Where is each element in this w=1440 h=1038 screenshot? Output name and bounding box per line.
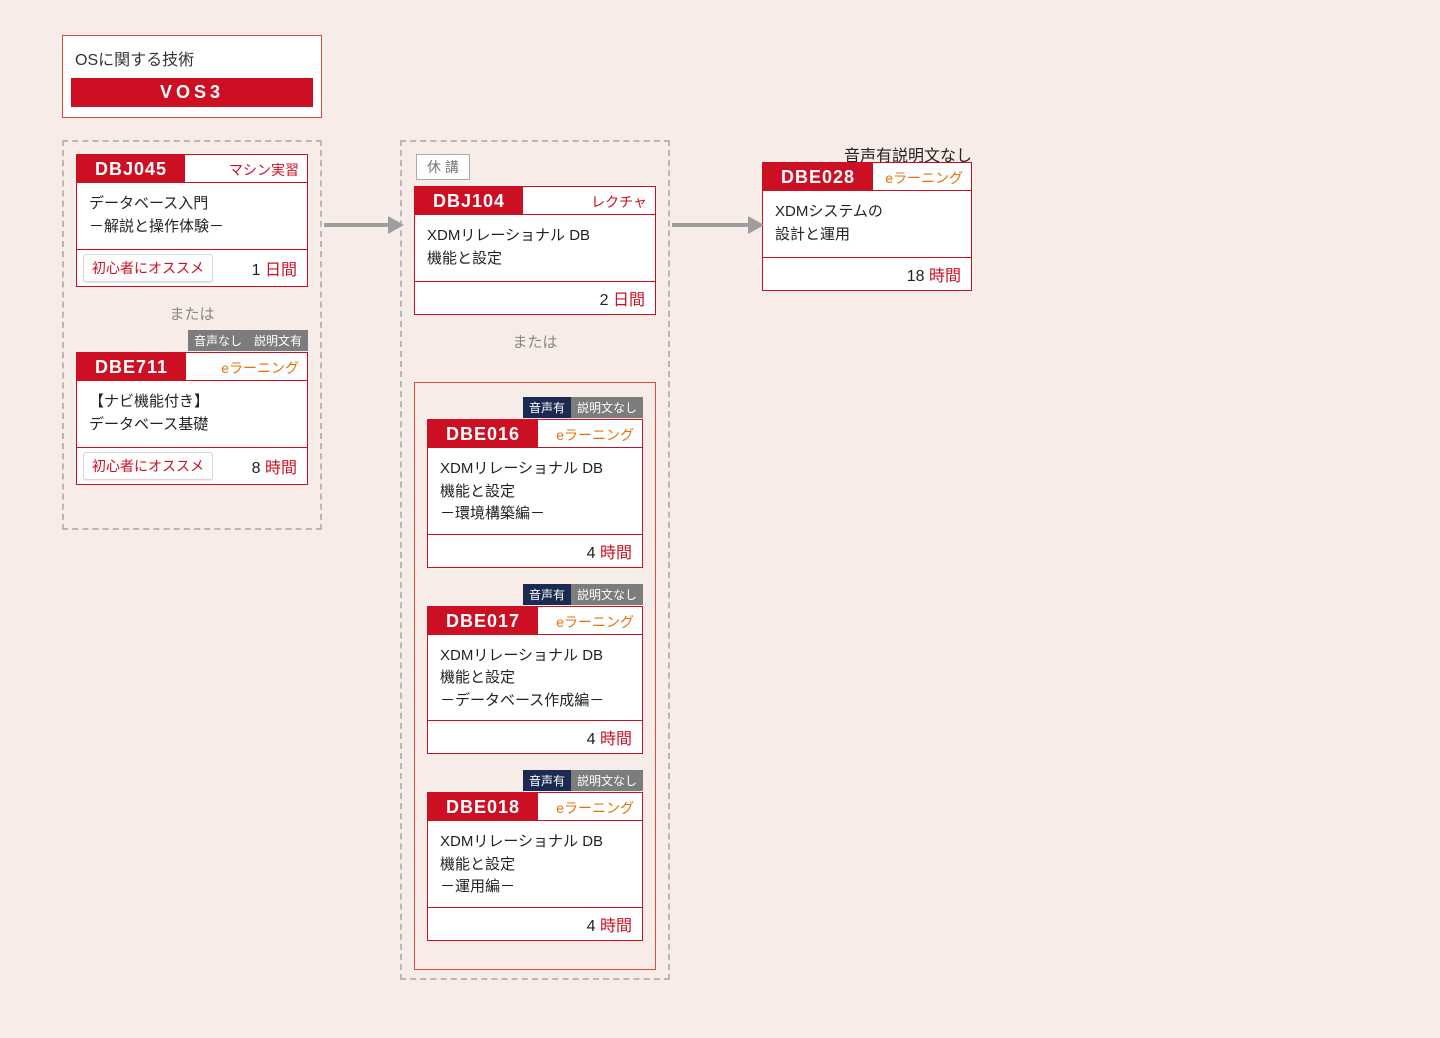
category-title: OSに関する技術 (75, 46, 313, 70)
course-type-tag: eラーニング (873, 163, 971, 191)
course-duration: 4 時間 (587, 725, 632, 749)
course-card[interactable]: DBJ045 マシン実習 データベース入門 －解説と操作体験－ 初心者にオススメ… (76, 154, 308, 287)
course-code: DBE017 (428, 607, 538, 635)
course-code: DBE018 (428, 793, 538, 821)
course-title: XDMリレーショナル DB 機能と設定 －環境構築編－ (428, 448, 642, 534)
course-type-tag: レクチャ (523, 187, 655, 215)
or-label: または (414, 331, 656, 352)
recommend-badge: 初心者にオススメ (83, 254, 213, 282)
course-code: DBJ045 (77, 155, 185, 183)
course-title: XDMリレーショナル DB 機能と設定 (415, 215, 655, 281)
audio-badge: 音声有説明文なし (523, 584, 643, 605)
course-title: データベース入門 －解説と操作体験－ (77, 183, 307, 249)
elearning-subgroup: 音声有説明文なし DBE016 eラーニング XDMリレーショナル DB 機能と… (414, 382, 656, 970)
course-code: DBE028 (763, 163, 873, 191)
course-card[interactable]: 音声有説明文なし DBE016 eラーニング XDMリレーショナル DB 機能と… (427, 419, 643, 568)
course-title: XDMリレーショナル DB 機能と設定 －データベース作成編－ (428, 635, 642, 721)
course-code: DBE711 (77, 353, 186, 381)
course-duration: 18 時間 (907, 262, 961, 286)
course-code: DBJ104 (415, 187, 523, 215)
course-type-tag: eラーニング (538, 420, 642, 448)
main-group: 休 講 DBJ104 レクチャ XDMリレーショナル DB 機能と設定 2 日間… (400, 140, 670, 980)
audio-badge: 音声なし説明文有 (188, 330, 308, 351)
or-label: または (76, 303, 308, 324)
course-card[interactable]: 音声有説明文なし DBE017 eラーニング XDMリレーショナル DB 機能と… (427, 606, 643, 755)
recommend-badge: 初心者にオススメ (83, 452, 213, 480)
course-duration: 4 時間 (587, 912, 632, 936)
course-card[interactable]: DBJ104 レクチャ XDMリレーショナル DB 機能と設定 2 日間 (414, 186, 656, 315)
course-duration: 2 日間 (600, 286, 645, 310)
course-title: 【ナビ機能付き】 データベース基礎 (77, 381, 307, 447)
category-box: OSに関する技術 VOS3 (62, 35, 322, 118)
course-duration: 4 時間 (587, 539, 632, 563)
course-type-tag: eラーニング (538, 607, 642, 635)
category-band: VOS3 (71, 78, 313, 107)
course-card[interactable]: 音声なし説明文有 DBE711 eラーニング 【ナビ機能付き】 データベース基礎… (76, 352, 308, 485)
prereq-group: DBJ045 マシン実習 データベース入門 －解説と操作体験－ 初心者にオススメ… (62, 140, 322, 530)
course-card[interactable]: DBE028 eラーニング XDMシステムの 設計と運用 18 時間 (762, 162, 972, 291)
course-card[interactable]: 音声有説明文なし DBE018 eラーニング XDMリレーショナル DB 機能と… (427, 792, 643, 941)
course-title: XDMシステムの 設計と運用 (763, 191, 971, 257)
course-title: XDMリレーショナル DB 機能と設定 －運用編－ (428, 821, 642, 907)
course-code: DBE016 (428, 420, 538, 448)
course-type-tag: eラーニング (186, 353, 307, 381)
audio-badge: 音声有説明文なし (523, 770, 643, 791)
course-duration: 1 日間 (252, 256, 297, 280)
audio-badge: 音声有説明文なし (523, 397, 643, 418)
course-map: OSに関する技術 VOS3 DBJ045 マシン実習 データベース入門 －解説と… (0, 0, 1440, 1038)
course-type-tag: eラーニング (538, 793, 642, 821)
course-type-tag: マシン実習 (185, 155, 307, 183)
suspended-pill: 休 講 (416, 154, 470, 180)
course-duration: 8 時間 (252, 454, 297, 478)
